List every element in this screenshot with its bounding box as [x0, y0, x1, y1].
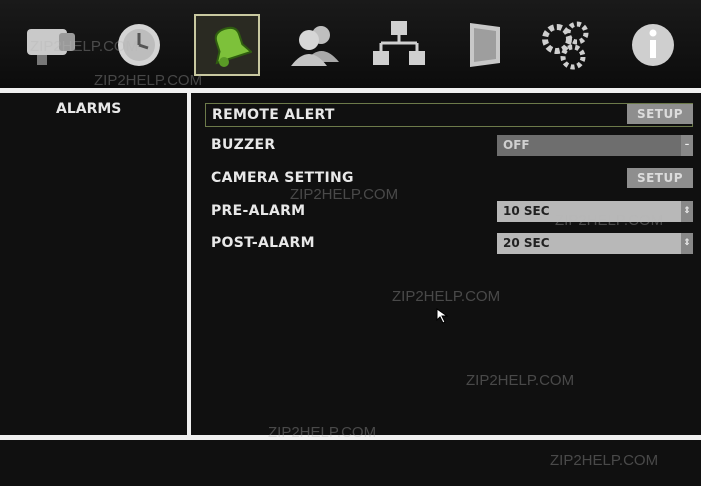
settings-menu-button[interactable]: [534, 14, 600, 76]
post-alarm-spinner[interactable]: 20 SEC ⇕: [497, 233, 693, 254]
watermark-text: ZIP2HELP.COM: [94, 72, 203, 89]
sidebar-item-alarms[interactable]: ALARMS: [56, 101, 121, 117]
buzzer-row: BUZZER OFF –: [205, 134, 693, 158]
info-menu-button[interactable]: [620, 14, 686, 76]
remote-alert-row[interactable]: REMOTE ALERT SETUP: [205, 103, 693, 127]
monitor-icon: [470, 23, 500, 67]
buzzer-label: BUZZER: [211, 137, 276, 153]
users-menu-button[interactable]: [282, 14, 348, 76]
alarm-bell-icon: [214, 26, 252, 67]
vertical-divider: [187, 93, 191, 435]
remote-alert-label: REMOTE ALERT: [212, 107, 335, 123]
dropdown-arrow-icon: –: [681, 135, 693, 156]
mouse-cursor-icon: [436, 308, 449, 324]
post-alarm-value: 20 SEC: [503, 236, 550, 250]
buzzer-select[interactable]: OFF –: [497, 135, 693, 156]
buzzer-value: OFF: [503, 138, 530, 152]
watermark-text: ZIP2HELP.COM: [555, 212, 664, 229]
watermark-text: ZIP2HELP.COM: [268, 424, 377, 441]
alarm-menu-button[interactable]: [194, 14, 260, 76]
camera-setting-label: CAMERA SETTING: [211, 170, 354, 186]
users-icon: [291, 26, 339, 66]
watermark-text: ZIP2HELP.COM: [30, 38, 139, 55]
watermark-text: ZIP2HELP.COM: [466, 372, 575, 389]
camera-setting-row: CAMERA SETTING SETUP: [205, 167, 693, 191]
info-icon: [632, 24, 674, 66]
watermark-text: ZIP2HELP.COM: [290, 186, 399, 203]
pre-alarm-value: 10 SEC: [503, 204, 550, 218]
spinner-arrows-icon: ⇕: [681, 201, 693, 222]
pre-alarm-label: PRE-ALARM: [211, 203, 306, 219]
remote-alert-setup-button[interactable]: SETUP: [627, 104, 693, 124]
network-menu-button[interactable]: [366, 14, 432, 76]
display-menu-button[interactable]: [452, 14, 518, 76]
network-icon: [373, 21, 425, 65]
sidebar: ALARMS: [0, 95, 187, 435]
camera-setting-setup-button[interactable]: SETUP: [627, 168, 693, 188]
post-alarm-label: POST-ALARM: [211, 235, 315, 251]
watermark-text: ZIP2HELP.COM: [392, 288, 501, 305]
watermark-text: ZIP2HELP.COM: [550, 452, 659, 469]
spinner-arrows-icon: ⇕: [681, 233, 693, 254]
settings-gears-icon: [542, 21, 589, 70]
post-alarm-row: POST-ALARM 20 SEC ⇕: [205, 232, 693, 256]
